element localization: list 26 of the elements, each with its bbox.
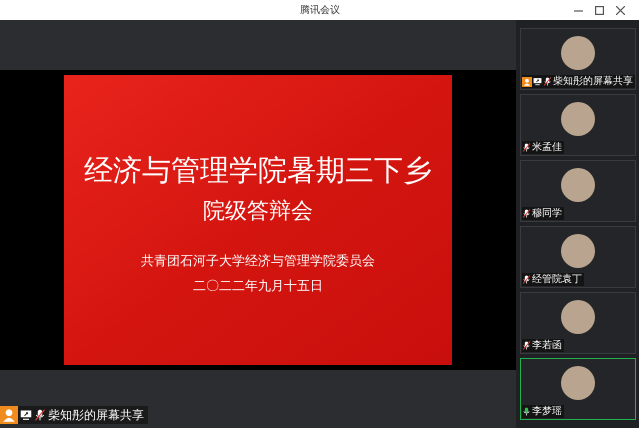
avatar-placeholder <box>561 102 595 136</box>
participant-tile[interactable]: 经管院袁丁 <box>520 226 636 288</box>
participant-tile[interactable]: 穆同学 <box>520 160 636 222</box>
participant-tile[interactable]: 李梦瑶 <box>520 358 636 420</box>
avatar-placeholder <box>561 234 595 268</box>
participant-tile[interactable]: 米孟佳 <box>520 94 636 156</box>
participant-name: 米孟佳 <box>532 141 562 154</box>
participant-name: 李若函 <box>532 339 562 352</box>
organization-text: 共青团石河子大学经济与管理学院委员会 <box>141 254 375 267</box>
avatar-placeholder <box>561 36 595 70</box>
avatar-placeholder <box>561 300 595 334</box>
avatar-placeholder <box>561 366 595 400</box>
slide-title: 经济与管理学院暑期三下乡 <box>84 157 432 186</box>
maximize-icon[interactable] <box>595 6 604 14</box>
participant-tile[interactable]: 李若函 <box>520 292 636 354</box>
participant-name: 经管院袁丁 <box>532 273 582 286</box>
window-title: 腾讯会议 <box>300 4 340 18</box>
participant-tile[interactable]: 柴知彤的屏幕共享 <box>520 28 636 90</box>
avatar-placeholder <box>561 168 595 202</box>
date-text: 二〇二二年九月十五日 <box>193 279 323 292</box>
participant-name: 柴知彤的屏幕共享 <box>553 75 633 88</box>
close-icon[interactable] <box>616 6 625 14</box>
slide-subtitle: 院级答辩会 <box>203 200 313 222</box>
presenter-name: 柴知彤的屏幕共享 <box>48 407 144 424</box>
participant-name: 穆同学 <box>532 207 562 220</box>
participant-name: 李梦瑶 <box>532 405 562 418</box>
